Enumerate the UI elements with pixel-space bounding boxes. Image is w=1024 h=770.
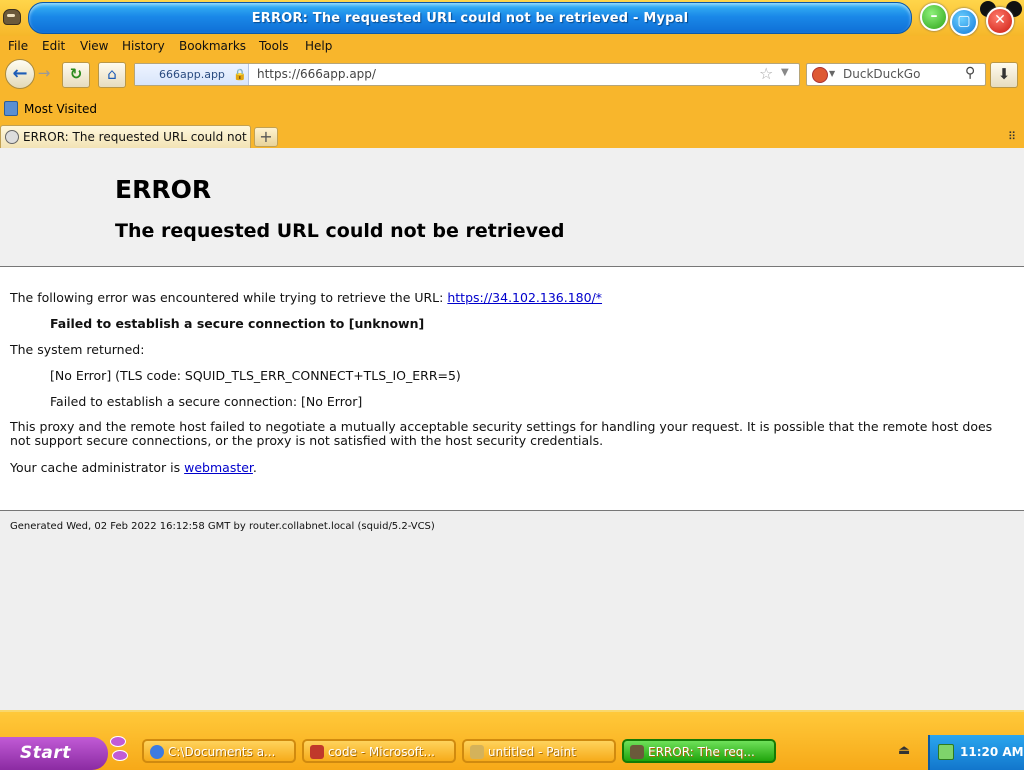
- plus-icon: +: [259, 127, 273, 146]
- window-title: ERROR: The requested URL could not be re…: [251, 11, 689, 26]
- mypal-app-icon[interactable]: [3, 9, 21, 25]
- duckduckgo-icon[interactable]: [812, 67, 828, 83]
- menu-tools[interactable]: Tools: [259, 39, 289, 53]
- task-documents[interactable]: C:\Documents a...: [142, 739, 296, 763]
- lock-icon: 🔒: [233, 68, 247, 81]
- most-visited-bookmark[interactable]: Most Visited: [24, 102, 97, 116]
- download-arrow-icon: ⬇: [997, 65, 1011, 83]
- system-detail-1: [No Error] (TLS code: SQUID_TLS_ERR_CONN…: [50, 368, 461, 383]
- explorer-icon: [150, 745, 164, 759]
- menu-bookmarks[interactable]: Bookmarks: [179, 39, 246, 53]
- start-bubble-icon-2: [112, 750, 128, 761]
- webmaster-link[interactable]: webmaster: [184, 460, 253, 475]
- back-arrow-icon: ←: [12, 63, 28, 84]
- back-button[interactable]: ←: [5, 59, 35, 89]
- task-paint[interactable]: untitled - Paint: [462, 739, 616, 763]
- navigation-toolbar: ← → ↻ ⌂ 666app.app 🔒 https://666app.app/…: [0, 56, 1024, 94]
- bookmark-star-icon[interactable]: ☆: [759, 64, 773, 83]
- menu-help[interactable]: Help: [305, 39, 332, 53]
- start-button[interactable]: Start: [0, 737, 108, 770]
- new-tab-button[interactable]: +: [254, 127, 278, 147]
- task-mypal-error[interactable]: ERROR: The req...: [622, 739, 776, 763]
- task-label: untitled - Paint: [488, 745, 576, 759]
- network-icon[interactable]: [938, 744, 954, 760]
- error-bold-text: Failed to establish a secure connection …: [50, 316, 425, 331]
- home-icon: ⌂: [107, 65, 117, 83]
- clock[interactable]: 11:20 AM: [960, 745, 1024, 759]
- start-bubble-icon: [110, 736, 126, 747]
- task-label: ERROR: The req...: [648, 745, 755, 759]
- tray-safely-remove-icon[interactable]: ⏏: [898, 743, 910, 758]
- tab-label: ERROR: The requested URL could not...: [23, 130, 247, 144]
- admin-line: Your cache administrator is webmaster.: [10, 460, 257, 475]
- tab-strip: ERROR: The requested URL could not... + …: [0, 124, 1024, 149]
- tab-error[interactable]: ERROR: The requested URL could not...: [0, 125, 251, 148]
- menu-bar: File Edit View History Bookmarks Tools H…: [0, 36, 1024, 56]
- start-label: Start: [20, 743, 71, 763]
- error-header: ERROR The requested URL could not be ret…: [0, 148, 1024, 267]
- url-bar[interactable]: 666app.app 🔒 https://666app.app/ ☆ ▼: [134, 63, 800, 86]
- page-heading: ERROR: [115, 175, 212, 204]
- vscode-icon: [310, 745, 324, 759]
- bookmarks-toolbar: Most Visited: [0, 94, 1024, 124]
- intro-text: The following error was encountered whil…: [10, 290, 444, 305]
- search-magnifier-icon[interactable]: ⚲: [965, 65, 975, 81]
- taskbar: Start C:\Documents a... code - Microsoft…: [0, 710, 1024, 770]
- forward-arrow-icon: →: [37, 64, 51, 82]
- page-content: ERROR The requested URL could not be ret…: [0, 148, 1024, 710]
- title-bar: ERROR: The requested URL could not be re…: [0, 0, 1024, 36]
- title-pill: ERROR: The requested URL could not be re…: [28, 2, 912, 34]
- requested-url-link[interactable]: https://34.102.136.180/*: [447, 290, 602, 305]
- site-identity-button[interactable]: 666app.app 🔒: [135, 64, 249, 85]
- menu-view[interactable]: View: [80, 39, 108, 53]
- error-body: The following error was encountered whil…: [0, 267, 1024, 511]
- menu-history[interactable]: History: [122, 39, 165, 53]
- site-identity-label: 666app.app: [159, 68, 225, 81]
- maximize-button[interactable]: ▢: [950, 8, 978, 36]
- reload-icon: ↻: [69, 65, 83, 83]
- reload-button[interactable]: ↻: [62, 62, 90, 88]
- admin-prefix: Your cache administrator is: [10, 460, 181, 475]
- system-tray: 11:20 AM: [928, 735, 1024, 770]
- downloads-button[interactable]: ⬇: [990, 62, 1018, 88]
- tab-list-grid-icon[interactable]: ⠿: [1008, 130, 1016, 143]
- most-visited-icon: [4, 101, 18, 116]
- search-input[interactable]: DuckDuckGo: [843, 67, 920, 81]
- tab-favicon-icon: [5, 130, 19, 144]
- system-detail-2: Failed to establish a secure connection:…: [50, 394, 363, 409]
- minimize-button[interactable]: –: [920, 3, 948, 31]
- paint-icon: [470, 745, 484, 759]
- search-engine-dropdown-icon[interactable]: ▼: [829, 69, 835, 78]
- mypal-icon: [630, 745, 644, 759]
- url-text[interactable]: https://666app.app/: [257, 67, 376, 81]
- task-code[interactable]: code - Microsoft...: [302, 739, 456, 763]
- generated-footer: Generated Wed, 02 Feb 2022 16:12:58 GMT …: [10, 521, 435, 532]
- page-subheading: The requested URL could not be retrieved: [115, 220, 565, 242]
- system-returned-label: The system returned:: [10, 342, 145, 357]
- admin-suffix: .: [252, 460, 257, 475]
- task-label: C:\Documents a...: [168, 745, 276, 759]
- search-box[interactable]: ▼ DuckDuckGo ⚲: [806, 63, 986, 86]
- forward-button[interactable]: →: [34, 62, 54, 86]
- home-button[interactable]: ⌂: [98, 62, 126, 88]
- menu-edit[interactable]: Edit: [42, 39, 65, 53]
- explanation-text: This proxy and the remote host failed to…: [10, 419, 993, 448]
- menu-file[interactable]: File: [8, 39, 28, 53]
- close-button[interactable]: ✕: [986, 7, 1014, 35]
- task-label: code - Microsoft...: [328, 745, 435, 759]
- url-dropdown-icon[interactable]: ▼: [781, 67, 789, 78]
- intro-line: The following error was encountered whil…: [10, 290, 602, 305]
